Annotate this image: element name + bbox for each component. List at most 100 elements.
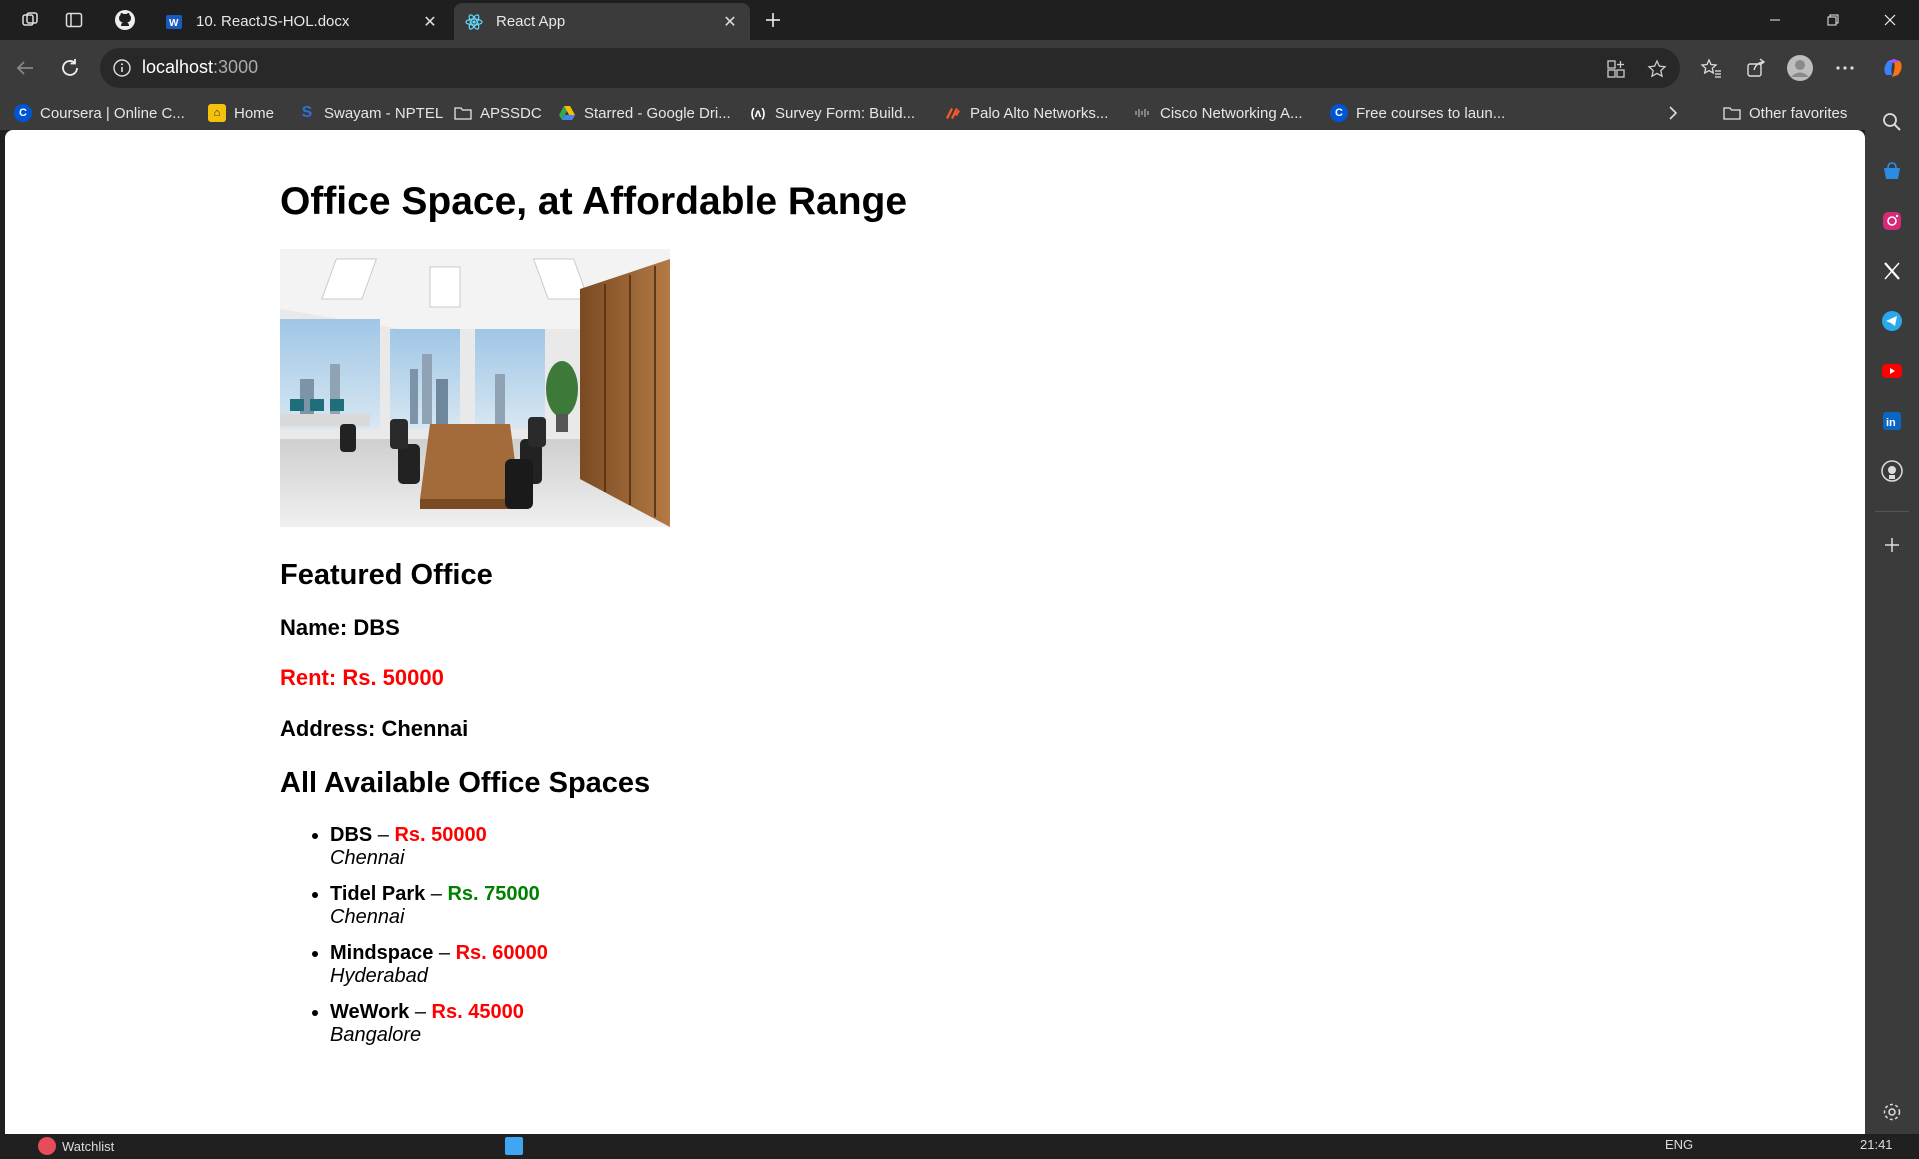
restore-icon[interactable]: [1804, 0, 1862, 40]
favorite-star-icon[interactable]: [1646, 58, 1668, 80]
copilot-icon[interactable]: [1879, 54, 1907, 82]
search-icon[interactable]: [1880, 110, 1904, 134]
office-rent: Rs. 45000: [431, 1001, 524, 1023]
bookmark-palo-alto[interactable]: Palo Alto Networks...: [944, 102, 1108, 124]
back-icon[interactable]: [11, 54, 39, 82]
bookmark-label: Swayam - NPTEL: [324, 104, 444, 122]
bookmark-swayam[interactable]: S Swayam - NPTEL: [298, 102, 444, 124]
close-icon[interactable]: ✕: [420, 12, 440, 32]
bookmark-label: Coursera | Online C...: [40, 104, 185, 122]
paloalto-icon: [944, 104, 962, 122]
tab-title: 10. ReactJS-HOL.docx: [196, 13, 350, 30]
refresh-icon[interactable]: [56, 54, 84, 82]
vertical-tabs-icon[interactable]: [62, 8, 86, 32]
office-name: Mindspace: [330, 942, 434, 964]
address-bar[interactable]: localhost:3000: [100, 48, 1680, 88]
featured-address: Address: Chennai: [280, 716, 469, 741]
clock[interactable]: 21:41: [1860, 1137, 1893, 1152]
bookmark-freecodecamp[interactable]: (ʌ) Survey Form: Build...: [749, 102, 915, 124]
site-info-icon[interactable]: [112, 58, 132, 78]
linkedin-icon[interactable]: in: [1880, 409, 1904, 433]
coursera-icon: C: [1330, 104, 1348, 122]
taskbar: Watchlist ENG 21:41: [0, 1134, 1919, 1159]
close-window-icon[interactable]: [1861, 0, 1919, 40]
bookmark-label: APSSDC: [480, 104, 542, 122]
office-rent: Rs. 50000: [394, 824, 487, 846]
more-options-icon[interactable]: [1831, 54, 1859, 82]
office-rent: Rs. 75000: [447, 883, 540, 905]
shopping-icon[interactable]: [1880, 159, 1904, 183]
office-name: WeWork: [330, 1001, 410, 1023]
all-offices-heading: All Available Office Spaces: [280, 767, 651, 799]
watchlist-widget[interactable]: Watchlist: [38, 1137, 114, 1155]
separator: –: [372, 824, 395, 846]
bookmark-google-drive[interactable]: Starred - Google Dri...: [558, 102, 731, 124]
swayam-icon: S: [301, 104, 313, 121]
sidebar-divider: [1875, 511, 1909, 512]
add-icon[interactable]: [1880, 533, 1904, 557]
minimize-icon[interactable]: [1746, 0, 1804, 40]
browser-toolbar: localhost:3000: [0, 40, 1919, 96]
tab-react-app[interactable]: React App ✕: [454, 3, 750, 40]
bookmark-label: Free courses to laun...: [1356, 104, 1506, 122]
cisco-icon: [1134, 104, 1152, 122]
office-name: DBS: [330, 824, 373, 846]
list-item: Mindspace – Rs. 60000 Hyderabad: [330, 942, 1480, 988]
bookmarks-overflow-chevron-icon[interactable]: [1666, 102, 1680, 124]
office-rent: Rs. 60000: [455, 942, 548, 964]
start-button[interactable]: [505, 1137, 529, 1155]
x-twitter-icon[interactable]: [1880, 259, 1904, 283]
page-title: Office Space, at Affordable Range: [280, 180, 908, 223]
folder-icon: [454, 104, 472, 122]
app-available-icon[interactable]: [1605, 58, 1627, 80]
other-favorites[interactable]: Other favorites: [1723, 102, 1847, 124]
tab-strip: W 10. ReactJS-HOL.docx ✕ React App ✕: [0, 0, 1919, 40]
telegram-icon[interactable]: [1880, 309, 1904, 333]
bookmarks-bar: C Coursera | Online C... ⌂ Home S Swayam…: [0, 96, 1880, 130]
other-favorites-label: Other favorites: [1749, 104, 1848, 122]
workspaces-icon[interactable]: [18, 8, 42, 32]
bookmark-free-courses[interactable]: C Free courses to laun...: [1330, 102, 1505, 124]
bookmark-cisco[interactable]: Cisco Networking A...: [1134, 102, 1303, 124]
office-city: Bangalore: [330, 1024, 422, 1046]
github-icon[interactable]: [113, 8, 137, 32]
app-root: Office Space, at Affordable Range Featur…: [280, 130, 1480, 1060]
coursera-icon: C: [14, 104, 32, 122]
url-text: localhost:3000: [142, 57, 258, 78]
close-icon[interactable]: ✕: [720, 12, 740, 32]
watchlist-label: Watchlist: [62, 1138, 115, 1154]
lang-label: ENG: [1665, 1137, 1694, 1152]
bookmark-label: Home: [234, 104, 275, 122]
word-icon: W: [164, 12, 184, 32]
tab-word-doc[interactable]: W 10. ReactJS-HOL.docx ✕: [154, 3, 450, 40]
home-icon: ⌂: [208, 104, 226, 122]
settings-gear-icon[interactable]: [1880, 1100, 1904, 1124]
freecodecamp-icon: (ʌ): [750, 106, 766, 120]
drive-icon: [558, 104, 576, 122]
bookmark-label: Cisco Networking A...: [1160, 104, 1303, 122]
windows-icon: [505, 1137, 523, 1155]
office-list: DBS – Rs. 50000 Chennai Tidel Park – Rs.…: [280, 824, 1480, 1047]
youtube-icon[interactable]: [1880, 359, 1904, 383]
office-city: Hyderabad: [330, 965, 428, 987]
language-indicator[interactable]: ENG: [1665, 1137, 1693, 1152]
bookmark-home[interactable]: ⌂ Home: [208, 102, 274, 124]
watchlist-icon: [38, 1137, 56, 1155]
featured-rent: Rent: Rs. 50000: [280, 665, 444, 690]
instagram-icon[interactable]: [1880, 209, 1904, 233]
office-name: Tidel Park: [330, 883, 426, 905]
separator: –: [409, 1001, 432, 1023]
url-port: :3000: [213, 57, 259, 77]
new-tab-icon[interactable]: [761, 8, 785, 32]
time-label: 21:41: [1860, 1137, 1893, 1152]
folder-icon: [1723, 104, 1741, 122]
bookmark-coursera[interactable]: C Coursera | Online C...: [14, 102, 185, 124]
profile-avatar[interactable]: [1786, 54, 1814, 82]
url-host: localhost: [142, 57, 214, 77]
github-icon[interactable]: [1880, 459, 1904, 483]
share-icon[interactable]: [1742, 54, 1770, 82]
bookmark-apssdc[interactable]: APSSDC: [454, 102, 542, 124]
office-image: [280, 249, 670, 527]
favorites-icon[interactable]: [1697, 54, 1725, 82]
office-city: Chennai: [330, 906, 405, 928]
